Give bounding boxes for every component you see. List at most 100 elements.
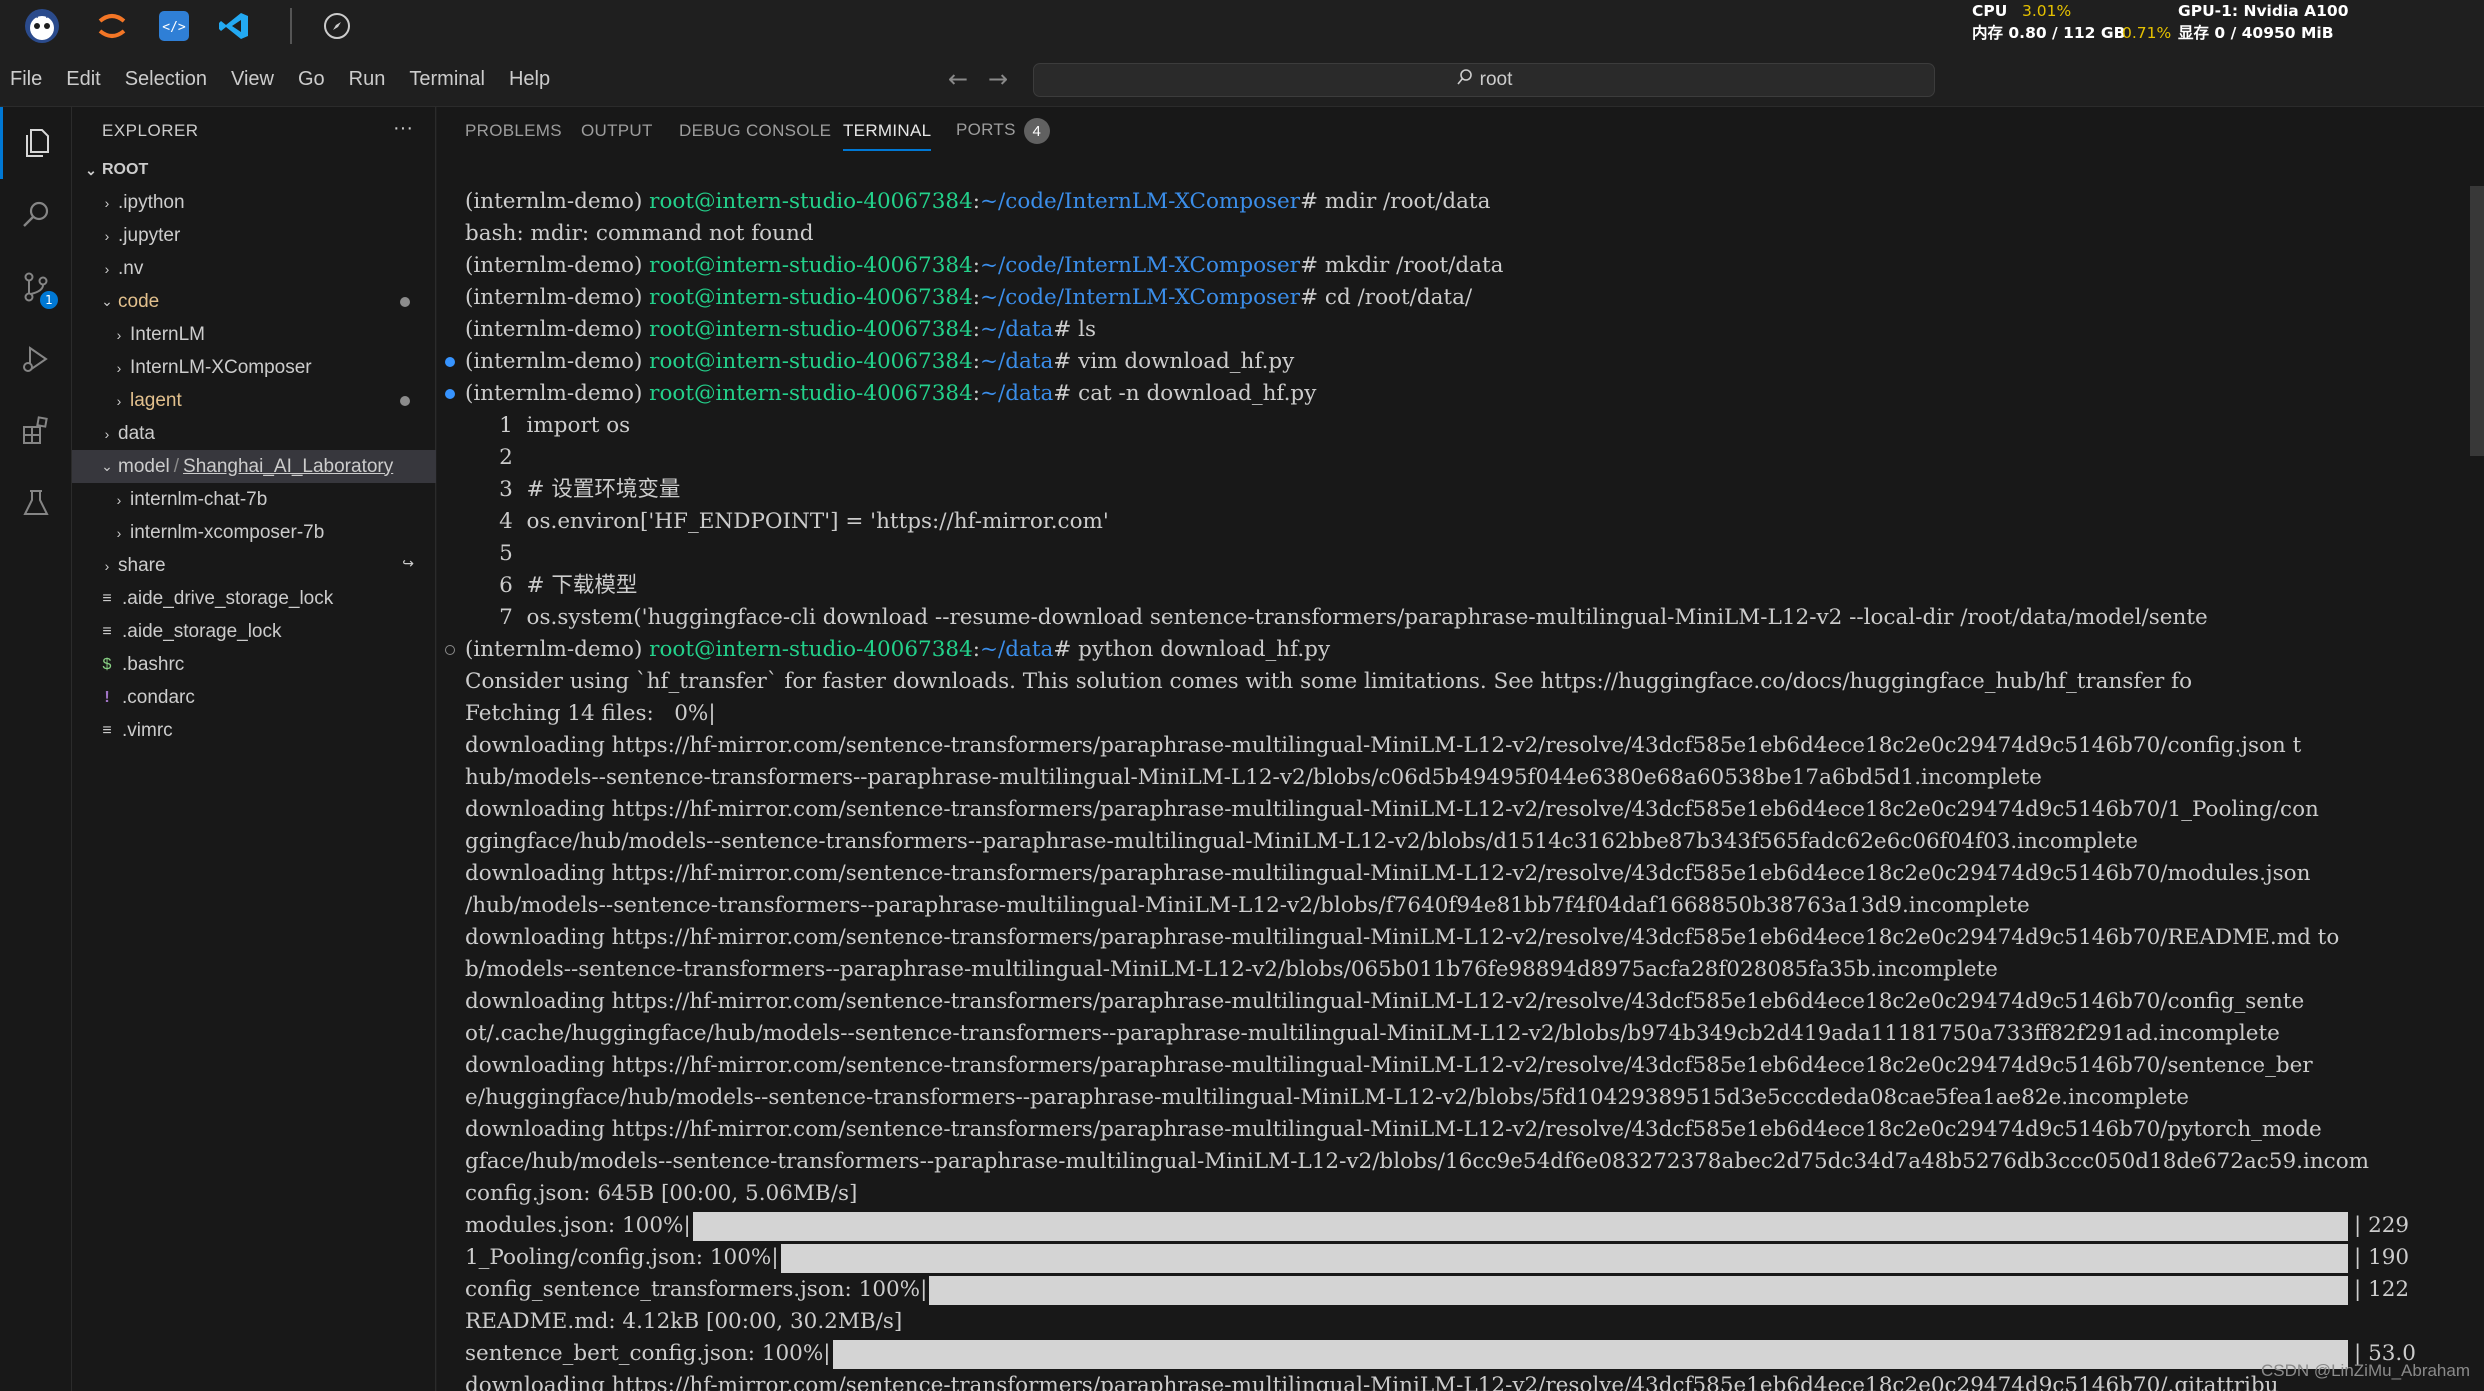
terminal-output-line: 4 os.environ['HF_ENDPOINT'] = 'https://h… xyxy=(465,509,1109,534)
cpu-value: 3.01% xyxy=(2022,2,2072,20)
modified-dot xyxy=(400,297,410,307)
tree-item-internlm-xcomposer-7b[interactable]: › internlm-xcomposer-7b xyxy=(72,516,436,549)
prompt-colon: : xyxy=(972,637,981,662)
command-decoration-icon[interactable] xyxy=(445,357,455,367)
menu-help[interactable]: Help xyxy=(509,68,550,91)
command-decoration-icon[interactable] xyxy=(445,645,455,655)
prompt-command: # python download_hf.py xyxy=(1053,637,1331,662)
tree-item-condarc[interactable]: ! .condarc xyxy=(72,681,436,714)
tree-item-ipython[interactable]: › .ipython xyxy=(72,186,436,219)
tab-output[interactable]: OUTPUT xyxy=(581,121,653,149)
tab-debug-console[interactable]: DEBUG CONSOLE xyxy=(679,121,831,149)
back-arrow-icon[interactable]: ← xyxy=(948,65,968,93)
tree-item-internlm-chat-7b[interactable]: › internlm-chat-7b xyxy=(72,483,436,516)
system-taskbar: </> CPU 3.01% 内存 0.80 / 112 GB 0.71% GPU… xyxy=(0,0,2484,52)
terminal-output-line: downloading https://hf-mirror.com/senten… xyxy=(465,1117,2322,1142)
vscode-icon[interactable] xyxy=(212,4,256,48)
download-progress-bar xyxy=(929,1276,2348,1305)
testing-icon[interactable] xyxy=(0,467,72,539)
yaml-file-icon: ! xyxy=(104,688,110,706)
prompt-path: ~/data xyxy=(980,381,1054,406)
terminal-output-line: downloading https://hf-mirror.com/senten… xyxy=(465,1053,2313,1078)
terminal-prompt-line: (internlm-demo) root@intern-studio-40067… xyxy=(465,282,1472,314)
explorer-title: EXPLORER xyxy=(102,121,199,140)
chevron-right-icon: › xyxy=(104,425,110,442)
menu-go[interactable]: Go xyxy=(298,68,325,91)
tree-item-model[interactable]: ⌄ model / Shanghai_AI_Laboratory xyxy=(72,450,436,483)
source-control-icon[interactable]: 1 xyxy=(0,251,72,323)
tree-item-data[interactable]: › data xyxy=(72,417,436,450)
conda-env: (internlm-demo) xyxy=(465,189,650,214)
conda-env: (internlm-demo) xyxy=(465,285,650,310)
tree-item-aide-drive-storage-lock[interactable]: ≡ .aide_drive_storage_lock xyxy=(72,582,436,615)
terminal-output-line: 7 os.system('huggingface-cli download --… xyxy=(465,605,2208,630)
tree-item-label: .aide_drive_storage_lock xyxy=(122,587,334,609)
memory-percent: 0.71% xyxy=(2122,24,2172,42)
tree-item-internlm[interactable]: › InternLM xyxy=(72,318,436,351)
chevron-down-icon: ⌄ xyxy=(85,161,97,178)
command-center-search[interactable]: root xyxy=(1033,63,1935,97)
prompt-path: ~/data xyxy=(980,317,1054,342)
prompt-colon: : xyxy=(972,381,981,406)
terminal-prompt-line: (internlm-demo) root@intern-studio-40067… xyxy=(465,634,1330,666)
compass-icon[interactable] xyxy=(315,4,359,48)
explorer-icon[interactable] xyxy=(0,107,72,179)
terminal-progress-line: config_sentence_transformers.json: 100%| xyxy=(465,1277,928,1302)
prompt-user-host: root@intern-studio-40067384 xyxy=(649,381,973,406)
terminal-prompt-line: (internlm-demo) root@intern-studio-40067… xyxy=(465,314,1096,346)
command-decoration-icon[interactable] xyxy=(445,389,455,399)
tree-item-vimrc[interactable]: ≡ .vimrc xyxy=(72,714,436,747)
prompt-path: ~/code/InternLM-XComposer xyxy=(980,189,1301,214)
path-separator: / xyxy=(173,455,180,477)
terminal-scrollbar[interactable] xyxy=(2470,186,2484,456)
tree-item-internlm-xcomposer[interactable]: › InternLM-XComposer xyxy=(72,351,436,384)
terminal[interactable]: (internlm-demo) root@intern-studio-40067… xyxy=(437,186,2484,1391)
prompt-user-host: root@intern-studio-40067384 xyxy=(649,637,973,662)
terminal-output-line: ggingface/hub/models--sentence-transform… xyxy=(465,829,2138,854)
menu-file[interactable]: File xyxy=(10,68,42,91)
tree-item-sublabel[interactable]: Shanghai_AI_Laboratory xyxy=(183,456,393,478)
mascot-icon[interactable] xyxy=(20,4,64,48)
tree-item-aide-storage-lock[interactable]: ≡ .aide_storage_lock xyxy=(72,615,436,648)
menu-edit[interactable]: Edit xyxy=(66,68,100,91)
chevron-right-icon: › xyxy=(116,524,122,541)
jupyter-icon[interactable] xyxy=(90,4,134,48)
tab-ports[interactable]: PORTS 4 xyxy=(956,118,1050,152)
tab-problems[interactable]: PROBLEMS xyxy=(465,121,562,149)
prompt-command: # cat -n download_hf.py xyxy=(1053,381,1317,406)
menu-run[interactable]: Run xyxy=(349,68,386,91)
tree-item-share[interactable]: › share ↪ xyxy=(72,549,436,582)
menu-selection[interactable]: Selection xyxy=(125,68,207,91)
root-folder-header[interactable]: ⌄ ROOT xyxy=(80,154,148,186)
tree-item-nv[interactable]: › .nv xyxy=(72,252,436,285)
menu-view[interactable]: View xyxy=(231,68,274,91)
terminal-progress-line: sentence_bert_config.json: 100%| xyxy=(465,1341,831,1366)
terminal-output-line: downloading https://hf-mirror.com/senten… xyxy=(465,1373,2279,1391)
chevron-right-icon: › xyxy=(104,227,110,244)
more-actions-icon[interactable]: ··· xyxy=(393,117,413,140)
prompt-user-host: root@intern-studio-40067384 xyxy=(649,349,973,374)
menu-terminal[interactable]: Terminal xyxy=(409,68,485,91)
extensions-icon[interactable] xyxy=(0,395,72,467)
tree-item-code[interactable]: ⌄ code xyxy=(72,285,436,318)
search-icon[interactable] xyxy=(0,179,72,251)
run-debug-icon[interactable] xyxy=(0,323,72,395)
progress-tail: | 122 xyxy=(2354,1277,2410,1302)
tab-terminal[interactable]: TERMINAL xyxy=(843,121,932,151)
prompt-user-host: root@intern-studio-40067384 xyxy=(649,317,973,342)
forward-arrow-icon[interactable]: → xyxy=(988,65,1008,93)
tree-item-label: lagent xyxy=(130,389,182,411)
terminal-output-line: /hub/models--sentence-transformers--para… xyxy=(465,893,2030,918)
file-tree: › .ipython › .jupyter › .nv ⌄ code › InternLM… xyxy=(72,186,436,747)
command-center-text: root xyxy=(1479,69,1513,90)
terminal-output-line: Fetching 14 files: 0%| xyxy=(465,701,716,726)
code-editor-icon[interactable]: </> xyxy=(152,4,196,48)
bottom-panel: PROBLEMS OUTPUT DEBUG CONSOLE TERMINAL P… xyxy=(437,107,2484,1391)
terminal-output-line: downloading https://hf-mirror.com/senten… xyxy=(465,861,2311,886)
prompt-path: ~/data xyxy=(980,637,1054,662)
tree-item-jupyter[interactable]: › .jupyter xyxy=(72,219,436,252)
chevron-right-icon: › xyxy=(116,359,122,376)
tree-item-lagent[interactable]: › lagent xyxy=(72,384,436,417)
tree-item-bashrc[interactable]: $ .bashrc xyxy=(72,648,436,681)
terminal-output-line: 2 xyxy=(465,445,513,470)
